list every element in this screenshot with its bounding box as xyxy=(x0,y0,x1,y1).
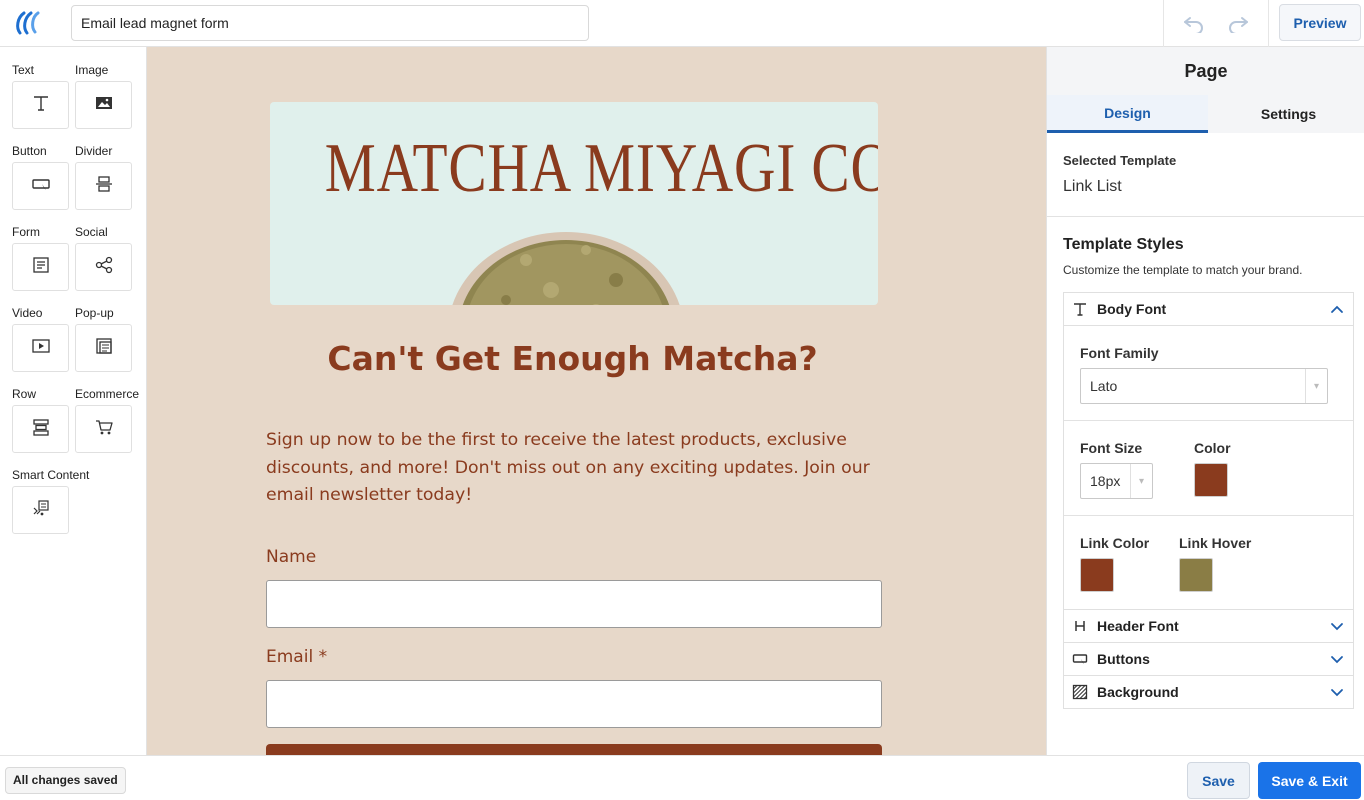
selected-template-value: Link List xyxy=(1063,178,1122,195)
palette-item-smart-content[interactable]: Smart Content xyxy=(12,467,90,534)
chevron-down-icon xyxy=(1331,656,1343,664)
palette-item-label: Form xyxy=(12,225,40,239)
toolbar-divider xyxy=(1163,0,1164,47)
body-font-label: Body Font xyxy=(1097,301,1167,317)
save-and-exit-button[interactable]: Save & Exit xyxy=(1258,762,1361,799)
chevron-down-icon: ▾ xyxy=(1130,464,1152,498)
template-styles-subtitle: Customize the template to match your bra… xyxy=(1063,263,1303,277)
headline-text[interactable]: Can't Get Enough Matcha? xyxy=(147,339,998,378)
preview-button[interactable]: Preview xyxy=(1279,4,1361,41)
palette-item-divider[interactable]: Divider xyxy=(75,143,145,210)
font-family-select[interactable]: Lato ▾ xyxy=(1080,368,1328,404)
font-size-value: 18px xyxy=(1090,473,1121,489)
text-icon xyxy=(1072,301,1088,317)
palette-item-label: Text xyxy=(12,63,35,77)
popup-icon xyxy=(94,336,114,361)
save-status-badge: All changes saved xyxy=(5,767,126,794)
palette-item-label: Social xyxy=(75,225,108,239)
font-family-label: Font Family xyxy=(1080,345,1159,361)
selected-template-label: Selected Template xyxy=(1063,153,1177,168)
email-field-label: Email * xyxy=(266,647,328,667)
palette-item-form[interactable]: Form xyxy=(12,224,82,291)
palette-item-popup[interactable]: Pop-up xyxy=(75,305,145,372)
body-font-header[interactable]: Body Font xyxy=(1063,292,1354,326)
buttons-label: Buttons xyxy=(1097,651,1150,667)
palette-item-label: Divider xyxy=(75,144,113,158)
panel-title: Page xyxy=(1047,47,1364,95)
header-font-icon xyxy=(1072,618,1088,634)
hero-image[interactable]: MATCHA MIYAGI CO xyxy=(270,102,878,305)
chevron-down-icon xyxy=(1331,689,1343,697)
palette-item-label: Smart Content xyxy=(12,468,90,482)
row-icon xyxy=(31,417,51,442)
background-section[interactable]: Background xyxy=(1063,675,1354,709)
template-styles-title: Template Styles xyxy=(1063,236,1184,253)
palette-item-label: Button xyxy=(12,144,47,158)
section-divider xyxy=(1064,515,1353,516)
share-icon xyxy=(94,255,114,280)
button-icon xyxy=(31,175,51,198)
tab-design[interactable]: Design xyxy=(1047,95,1208,133)
palette-item-row[interactable]: Row xyxy=(12,386,82,453)
top-bar: Preview xyxy=(0,0,1364,47)
section-divider xyxy=(1047,216,1364,217)
buttons-icon xyxy=(1072,651,1088,667)
body-color-swatch[interactable] xyxy=(1194,463,1228,497)
link-hover-label: Link Hover xyxy=(1179,535,1252,551)
form-icon xyxy=(31,255,51,280)
editor-canvas[interactable]: MATCHA MIYAGI CO Can't Get Enough Matcha… xyxy=(147,47,1046,755)
video-icon xyxy=(31,337,51,360)
palette-item-video[interactable]: Video xyxy=(12,305,82,372)
palette-item-ecommerce[interactable]: Ecommerce xyxy=(75,386,145,453)
link-hover-swatch[interactable] xyxy=(1179,558,1213,592)
form-title-input[interactable] xyxy=(71,5,589,41)
undo-icon[interactable] xyxy=(1180,10,1208,36)
toolbar-divider xyxy=(1268,0,1269,47)
palette-item-button[interactable]: Button xyxy=(12,143,82,210)
name-field-label: Name xyxy=(266,547,317,567)
section-divider xyxy=(1064,420,1353,421)
save-button[interactable]: Save xyxy=(1187,762,1250,799)
chevron-down-icon: ▾ xyxy=(1305,369,1327,403)
element-palette: Text Image Button Divider Form Social Vi… xyxy=(0,47,147,755)
font-size-input[interactable]: 18px ▾ xyxy=(1080,463,1153,499)
chevron-up-icon xyxy=(1331,305,1343,313)
palette-item-image[interactable]: Image xyxy=(75,62,145,129)
background-label: Background xyxy=(1097,684,1179,700)
description-text[interactable]: Sign up now to be the first to receive t… xyxy=(266,427,886,510)
email-input[interactable] xyxy=(266,680,882,728)
palette-item-text[interactable]: Text xyxy=(12,62,82,129)
image-icon xyxy=(94,94,114,117)
font-size-label: Font Size xyxy=(1080,440,1143,456)
palette-item-label: Row xyxy=(12,387,37,401)
buttons-section[interactable]: Buttons xyxy=(1063,642,1354,676)
palette-item-label: Ecommerce xyxy=(75,387,140,401)
panel-tabs: Design Settings xyxy=(1047,95,1364,133)
smart-content-icon xyxy=(31,498,51,523)
tab-settings[interactable]: Settings xyxy=(1208,95,1364,133)
bottom-bar: All changes saved Save Save & Exit xyxy=(0,755,1364,800)
palette-item-label: Image xyxy=(75,63,109,77)
palette-item-label: Pop-up xyxy=(75,306,114,320)
properties-panel: Page Design Settings Selected Template L… xyxy=(1046,47,1364,755)
chevron-down-icon xyxy=(1331,623,1343,631)
redo-icon[interactable] xyxy=(1224,10,1252,36)
divider-icon xyxy=(94,174,114,199)
submit-button[interactable] xyxy=(266,744,882,755)
matcha-bowl-image xyxy=(452,232,680,305)
app-logo-icon[interactable] xyxy=(14,10,42,36)
header-font-section[interactable]: Header Font xyxy=(1063,609,1354,643)
palette-item-label: Video xyxy=(12,306,43,320)
cart-icon xyxy=(94,417,114,442)
text-icon xyxy=(31,93,51,118)
palette-item-social[interactable]: Social xyxy=(75,224,145,291)
link-color-swatch[interactable] xyxy=(1080,558,1114,592)
background-icon xyxy=(1072,684,1088,700)
header-font-label: Header Font xyxy=(1097,618,1179,634)
color-label: Color xyxy=(1194,440,1231,456)
brand-title: MATCHA MIYAGI CO xyxy=(324,130,878,207)
link-color-label: Link Color xyxy=(1080,535,1150,551)
font-family-value: Lato xyxy=(1090,378,1118,394)
name-input[interactable] xyxy=(266,580,882,628)
